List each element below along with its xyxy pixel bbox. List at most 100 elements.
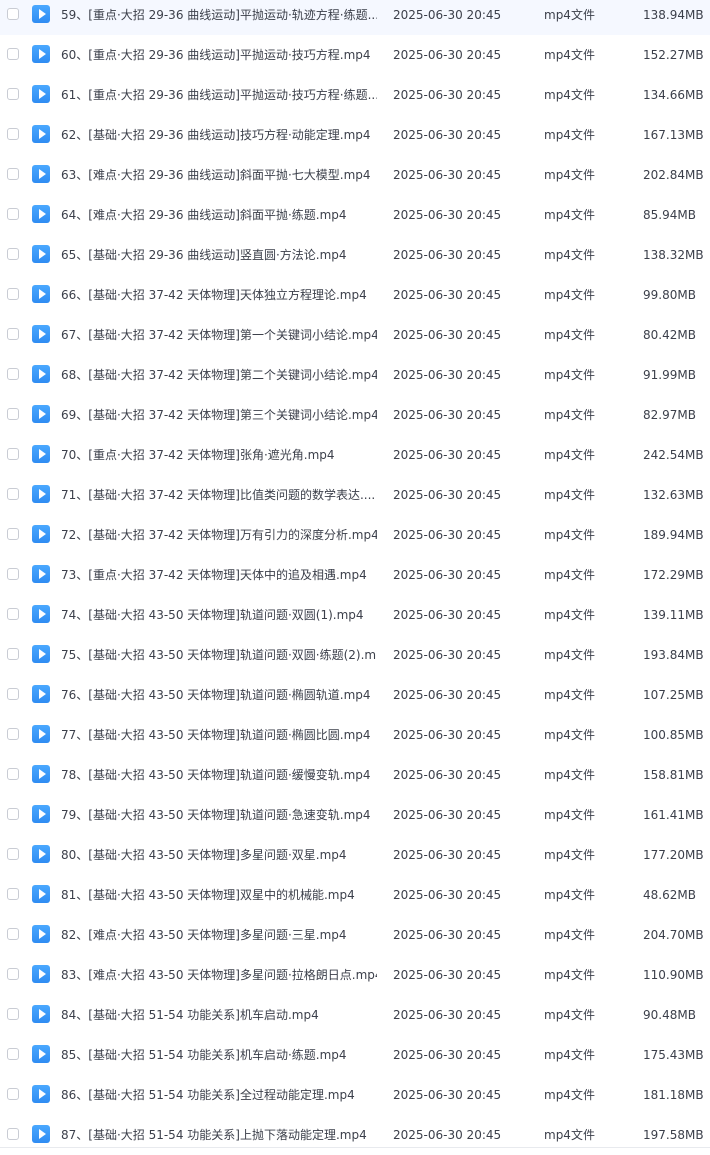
row-checkbox[interactable] [7, 1088, 19, 1100]
file-row[interactable]: 77、[基础·大招 43-50 天体物理]轨道问题·椭圆比圆.mp4 2025-0… [0, 715, 710, 755]
file-name[interactable]: 63、[难点·大招 29-36 曲线运动]斜面平抛·七大模型.mp4 [61, 167, 377, 183]
file-name[interactable]: 79、[基础·大招 43-50 天体物理]轨道问题·急速变轨.mp4 [61, 807, 377, 823]
file-name[interactable]: 80、[基础·大招 43-50 天体物理]多星问题·双星.mp4 [61, 847, 377, 863]
file-row[interactable]: 60、[重点·大招 29-36 曲线运动]平抛运动·技巧方程.mp4 2025-0… [0, 35, 710, 75]
row-checkbox[interactable] [7, 888, 19, 900]
file-name[interactable]: 72、[基础·大招 37-42 天体物理]万有引力的深度分析.mp4 [61, 527, 377, 543]
row-checkbox[interactable] [7, 688, 19, 700]
file-name[interactable]: 74、[基础·大招 43-50 天体物理]轨道问题·双圆(1).mp4 [61, 607, 377, 623]
row-checkbox[interactable] [7, 928, 19, 940]
file-row[interactable]: 80、[基础·大招 43-50 天体物理]多星问题·双星.mp4 2025-06-… [0, 835, 710, 875]
file-modified-date: 2025-06-30 20:45 [393, 488, 502, 502]
file-row[interactable]: 85、[基础·大招 51-54 功能关系]机车启动·练题.mp4 2025-06-… [0, 1035, 710, 1075]
file-size: 100.85MB [643, 728, 704, 742]
row-checkbox[interactable] [7, 1048, 19, 1060]
file-row[interactable]: 72、[基础·大招 37-42 天体物理]万有引力的深度分析.mp4 2025-0… [0, 515, 710, 555]
row-checkbox[interactable] [7, 288, 19, 300]
row-checkbox[interactable] [7, 408, 19, 420]
file-row[interactable]: 62、[基础·大招 29-36 曲线运动]技巧方程·动能定理.mp4 2025-0… [0, 115, 710, 155]
video-file-icon [32, 685, 50, 703]
file-name[interactable]: 64、[难点·大招 29-36 曲线运动]斜面平抛·练题.mp4 [61, 207, 377, 223]
file-row[interactable]: 86、[基础·大招 51-54 功能关系]全过程动能定理.mp4 2025-06-… [0, 1075, 710, 1115]
file-name[interactable]: 82、[难点·大招 43-50 天体物理]多星问题·三星.mp4 [61, 927, 377, 943]
file-row[interactable]: 59、[重点·大招 29-36 曲线运动]平抛运动·轨迹方程·练题.... 202… [0, 0, 710, 35]
row-checkbox[interactable] [7, 848, 19, 860]
file-row[interactable]: 71、[基础·大招 37-42 天体物理]比值类问题的数学表达.... 2025-… [0, 475, 710, 515]
row-checkbox[interactable] [7, 608, 19, 620]
file-name[interactable]: 70、[重点·大招 37-42 天体物理]张角·遮光角.mp4 [61, 447, 377, 463]
row-checkbox[interactable] [7, 488, 19, 500]
row-checkbox[interactable] [7, 368, 19, 380]
row-checkbox[interactable] [7, 48, 19, 60]
row-checkbox[interactable] [7, 968, 19, 980]
file-name[interactable]: 61、[重点·大招 29-36 曲线运动]平抛运动·技巧方程·练题.... [61, 87, 377, 103]
row-checkbox[interactable] [7, 248, 19, 260]
file-name[interactable]: 75、[基础·大招 43-50 天体物理]轨道问题·双圆·练题(2).m... [61, 647, 377, 663]
row-checkbox[interactable] [7, 728, 19, 740]
row-checkbox[interactable] [7, 208, 19, 220]
file-name[interactable]: 84、[基础·大招 51-54 功能关系]机车启动.mp4 [61, 1007, 377, 1023]
file-name[interactable]: 83、[难点·大招 43-50 天体物理]多星问题·拉格朗日点.mp4 [61, 967, 377, 983]
video-file-icon [32, 205, 50, 223]
file-name[interactable]: 69、[基础·大招 37-42 天体物理]第三个关键词小结论.mp4 [61, 407, 377, 423]
video-file-icon [32, 805, 50, 823]
file-row[interactable]: 69、[基础·大招 37-42 天体物理]第三个关键词小结论.mp4 2025-0… [0, 395, 710, 435]
file-size: 161.41MB [643, 808, 704, 822]
file-modified-date: 2025-06-30 20:45 [393, 48, 502, 62]
file-name[interactable]: 71、[基础·大招 37-42 天体物理]比值类问题的数学表达.... [61, 487, 377, 503]
file-row[interactable]: 83、[难点·大招 43-50 天体物理]多星问题·拉格朗日点.mp4 2025-… [0, 955, 710, 995]
file-row[interactable]: 73、[重点·大招 37-42 天体物理]天体中的追及相遇.mp4 2025-06… [0, 555, 710, 595]
row-checkbox[interactable] [7, 1128, 19, 1140]
file-row[interactable]: 70、[重点·大招 37-42 天体物理]张角·遮光角.mp4 2025-06-3… [0, 435, 710, 475]
file-name[interactable]: 78、[基础·大招 43-50 天体物理]轨道问题·缓慢变轨.mp4 [61, 767, 377, 783]
file-row[interactable]: 82、[难点·大招 43-50 天体物理]多星问题·三星.mp4 2025-06-… [0, 915, 710, 955]
file-modified-date: 2025-06-30 20:45 [393, 1088, 502, 1102]
row-checkbox[interactable] [7, 328, 19, 340]
file-name[interactable]: 81、[基础·大招 43-50 天体物理]双星中的机械能.mp4 [61, 887, 377, 903]
video-file-icon [32, 765, 50, 783]
file-name[interactable]: 86、[基础·大招 51-54 功能关系]全过程动能定理.mp4 [61, 1087, 377, 1103]
file-row[interactable]: 76、[基础·大招 43-50 天体物理]轨道问题·椭圆轨道.mp4 2025-0… [0, 675, 710, 715]
file-size: 138.32MB [643, 248, 704, 262]
row-checkbox[interactable] [7, 648, 19, 660]
file-row[interactable]: 61、[重点·大招 29-36 曲线运动]平抛运动·技巧方程·练题.... 202… [0, 75, 710, 115]
file-name[interactable]: 68、[基础·大招 37-42 天体物理]第二个关键词小结论.mp4 [61, 367, 377, 383]
file-name[interactable]: 73、[重点·大招 37-42 天体物理]天体中的追及相遇.mp4 [61, 567, 377, 583]
file-name[interactable]: 59、[重点·大招 29-36 曲线运动]平抛运动·轨迹方程·练题.... [61, 7, 377, 23]
row-checkbox[interactable] [7, 8, 19, 20]
row-checkbox[interactable] [7, 168, 19, 180]
file-name[interactable]: 65、[基础·大招 29-36 曲线运动]竖直圆·方法论.mp4 [61, 247, 377, 263]
file-row[interactable]: 65、[基础·大招 29-36 曲线运动]竖直圆·方法论.mp4 2025-06-… [0, 235, 710, 275]
file-row[interactable]: 81、[基础·大招 43-50 天体物理]双星中的机械能.mp4 2025-06-… [0, 875, 710, 915]
row-checkbox[interactable] [7, 808, 19, 820]
row-checkbox[interactable] [7, 568, 19, 580]
file-row[interactable]: 67、[基础·大招 37-42 天体物理]第一个关键词小结论.mp4 2025-0… [0, 315, 710, 355]
row-checkbox[interactable] [7, 128, 19, 140]
file-name[interactable]: 77、[基础·大招 43-50 天体物理]轨道问题·椭圆比圆.mp4 [61, 727, 377, 743]
file-name[interactable]: 87、[基础·大招 51-54 功能关系]上抛下落动能定理.mp4 [61, 1127, 377, 1143]
row-checkbox[interactable] [7, 528, 19, 540]
file-row[interactable]: 68、[基础·大招 37-42 天体物理]第二个关键词小结论.mp4 2025-0… [0, 355, 710, 395]
file-name[interactable]: 60、[重点·大招 29-36 曲线运动]平抛运动·技巧方程.mp4 [61, 47, 377, 63]
file-name[interactable]: 76、[基础·大招 43-50 天体物理]轨道问题·椭圆轨道.mp4 [61, 687, 377, 703]
file-row[interactable]: 64、[难点·大招 29-36 曲线运动]斜面平抛·练题.mp4 2025-06-… [0, 195, 710, 235]
file-name[interactable]: 62、[基础·大招 29-36 曲线运动]技巧方程·动能定理.mp4 [61, 127, 377, 143]
file-type: mp4文件 [544, 48, 595, 62]
file-row[interactable]: 63、[难点·大招 29-36 曲线运动]斜面平抛·七大模型.mp4 2025-0… [0, 155, 710, 195]
file-row[interactable]: 87、[基础·大招 51-54 功能关系]上抛下落动能定理.mp4 2025-06… [0, 1115, 710, 1155]
file-row[interactable]: 66、[基础·大招 37-42 天体物理]天体独立方程理论.mp4 2025-06… [0, 275, 710, 315]
row-checkbox[interactable] [7, 768, 19, 780]
file-modified-date: 2025-06-30 20:45 [393, 968, 502, 982]
file-row[interactable]: 74、[基础·大招 43-50 天体物理]轨道问题·双圆(1).mp4 2025-… [0, 595, 710, 635]
row-checkbox[interactable] [7, 88, 19, 100]
file-row[interactable]: 79、[基础·大招 43-50 天体物理]轨道问题·急速变轨.mp4 2025-0… [0, 795, 710, 835]
file-type: mp4文件 [544, 8, 595, 22]
row-checkbox[interactable] [7, 1008, 19, 1020]
row-checkbox[interactable] [7, 448, 19, 460]
file-row[interactable]: 78、[基础·大招 43-50 天体物理]轨道问题·缓慢变轨.mp4 2025-0… [0, 755, 710, 795]
file-name[interactable]: 66、[基础·大招 37-42 天体物理]天体独立方程理论.mp4 [61, 287, 377, 303]
file-row[interactable]: 75、[基础·大招 43-50 天体物理]轨道问题·双圆·练题(2).m... 2… [0, 635, 710, 675]
file-name[interactable]: 85、[基础·大招 51-54 功能关系]机车启动·练题.mp4 [61, 1047, 377, 1063]
file-name[interactable]: 67、[基础·大招 37-42 天体物理]第一个关键词小结论.mp4 [61, 327, 377, 343]
file-row[interactable]: 84、[基础·大招 51-54 功能关系]机车启动.mp4 2025-06-30 … [0, 995, 710, 1035]
